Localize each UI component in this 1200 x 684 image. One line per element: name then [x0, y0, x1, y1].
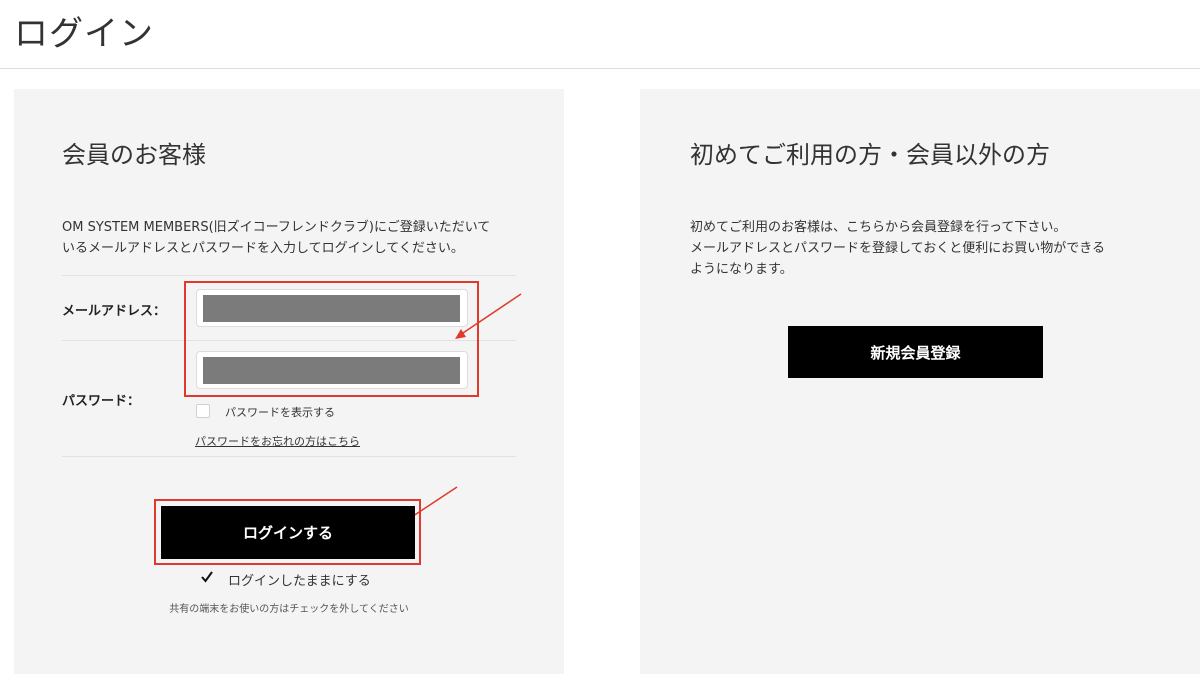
show-password-checkbox[interactable]: [196, 404, 210, 418]
title-divider: [0, 68, 1200, 69]
guest-panel: 初めてご利用の方・会員以外の方 初めてご利用のお客様は、こちらから会員登録を行っ…: [640, 89, 1200, 674]
show-password-label: パスワードを表示する: [225, 406, 335, 419]
guest-panel-description: 初めてご利用のお客様は、こちらから会員登録を行って下さい。 メールアドレスとパス…: [690, 220, 1105, 277]
form-divider: [62, 456, 516, 457]
check-icon[interactable]: [200, 570, 214, 584]
remember-login-label: ログインしたままにする: [228, 574, 371, 589]
member-login-panel: 会員のお客様 OM SYSTEM MEMBERS(旧ズイコーフレンドクラブ)にご…: [14, 89, 564, 674]
forgot-password-link[interactable]: パスワードをお忘れの方はこちら: [195, 433, 360, 449]
guest-panel-heading: 初めてご利用の方・会員以外の方: [690, 141, 1050, 169]
register-button[interactable]: 新規会員登録: [788, 326, 1043, 378]
login-button[interactable]: ログインする: [161, 506, 415, 559]
page-title: ログイン: [14, 14, 154, 54]
remember-note: 共有の端末をお使いの方はチェックを外してください: [169, 604, 409, 615]
